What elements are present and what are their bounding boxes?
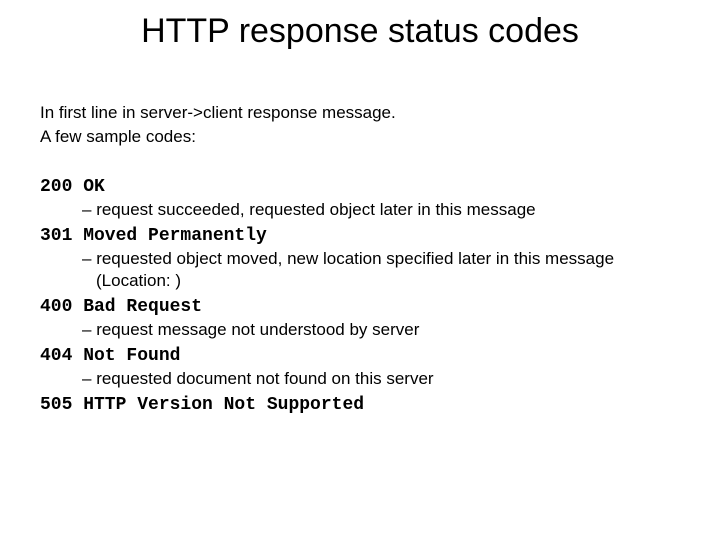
intro-line-2: A few sample codes: [40,125,680,149]
status-code: 200 OK [40,177,680,197]
status-code: 301 Moved Permanently [40,226,680,246]
page-title: HTTP response status codes [40,12,680,51]
status-desc: request succeeded, requested object late… [82,199,680,222]
status-code: 400 Bad Request [40,297,680,317]
status-desc: request message not understood by server [82,319,680,342]
intro-line-1: In first line in server->client response… [40,101,680,125]
status-code: 404 Not Found [40,346,680,366]
status-desc: requested object moved, new location spe… [82,248,680,294]
status-desc: requested document not found on this ser… [82,368,680,391]
intro-block: In first line in server->client response… [40,101,680,149]
status-codes-list: 200 OK request succeeded, requested obje… [40,177,680,416]
status-code: 505 HTTP Version Not Supported [40,395,680,415]
